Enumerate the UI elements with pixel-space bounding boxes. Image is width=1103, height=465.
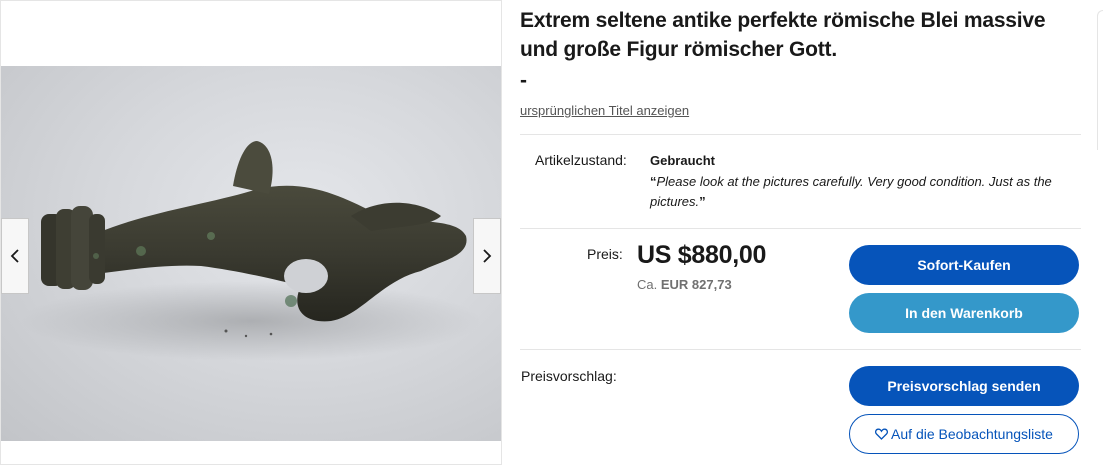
condition-note: “Please look at the pictures carefully. …: [650, 172, 1080, 212]
divider: [520, 349, 1081, 350]
condition-note-text: Please look at the pictures carefully. V…: [650, 174, 1052, 209]
chevron-left-icon: [10, 249, 19, 263]
listing-title-suffix: -: [520, 69, 527, 92]
price-label: Preis:: [587, 246, 623, 262]
price-value: US $880,00: [637, 241, 767, 269]
make-offer-button[interactable]: Preisvorschlag senden: [849, 366, 1079, 406]
quote-close: ”: [699, 194, 706, 209]
add-to-cart-button[interactable]: In den Warenkorb: [849, 293, 1079, 333]
gallery-next-button[interactable]: [473, 218, 501, 294]
side-panel-edge: [1097, 10, 1103, 150]
image-gallery: [0, 0, 502, 465]
divider: [520, 134, 1081, 135]
chevron-right-icon: [483, 249, 492, 263]
gallery-prev-button[interactable]: [1, 218, 29, 294]
condition-value: Gebraucht: [650, 153, 716, 168]
buy-now-button[interactable]: Sofort-Kaufen: [849, 245, 1079, 285]
product-photo[interactable]: [1, 66, 501, 441]
heart-icon: [875, 428, 889, 440]
add-to-watchlist-button[interactable]: Auf die Beobachtungsliste: [849, 414, 1079, 454]
price-approx-prefix: Ca.: [637, 277, 658, 292]
figure-illustration: [21, 141, 481, 361]
offer-label: Preisvorschlag:: [521, 368, 617, 384]
divider: [520, 228, 1081, 229]
show-original-title-link[interactable]: ursprünglichen Titel anzeigen: [520, 103, 689, 118]
listing-title: Extrem seltene antike perfekte römische …: [520, 9, 1046, 61]
condition-label: Artikelzustand:: [535, 152, 627, 168]
price-approx-value: EUR 827,73: [660, 277, 732, 292]
price-approx: Ca. EUR 827,73: [637, 277, 732, 292]
watchlist-label: Auf die Beobachtungsliste: [891, 426, 1053, 442]
